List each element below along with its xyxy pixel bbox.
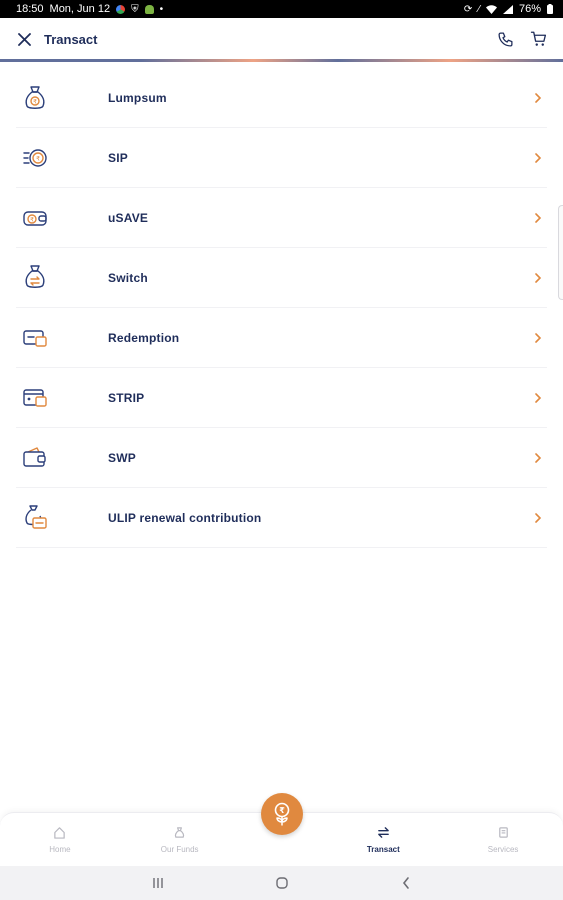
svg-text:₹: ₹ xyxy=(36,155,40,162)
status-left: 18:50 Mon, Jun 12 ⛨ • xyxy=(16,3,163,15)
svg-text:₹: ₹ xyxy=(279,806,285,815)
chevron-right-icon xyxy=(531,91,545,105)
wallet-coin-icon: ₹ xyxy=(18,201,52,235)
list-item-usave[interactable]: ₹ uSAVE xyxy=(16,188,547,248)
swp-wallet-icon xyxy=(18,441,52,475)
money-bag-icon: ₹ xyxy=(18,81,52,115)
cart-button[interactable] xyxy=(529,29,549,49)
list-item-redemption[interactable]: Redemption xyxy=(16,308,547,368)
list-item-label: uSAVE xyxy=(108,210,149,225)
chevron-right-icon xyxy=(531,331,545,345)
close-button[interactable] xyxy=(14,29,34,49)
signal-icon xyxy=(502,4,513,14)
chevron-right-icon xyxy=(531,511,545,525)
more-dot-icon: • xyxy=(159,3,164,15)
chevron-right-icon xyxy=(531,271,545,285)
list-item-label: ULIP renewal contribution xyxy=(108,510,262,525)
shield-icon: ⛨ xyxy=(131,3,139,15)
chevron-right-icon xyxy=(531,451,545,465)
home-system-button[interactable] xyxy=(272,873,292,893)
redemption-wallet-icon xyxy=(18,321,52,355)
call-button[interactable] xyxy=(495,29,515,49)
sip-coins-icon: ₹ xyxy=(18,141,52,175)
status-date: Mon, Jun 12 xyxy=(49,3,111,15)
services-icon xyxy=(496,826,510,840)
rupee-plant-icon: ₹ xyxy=(274,802,290,826)
list-item-label: SWP xyxy=(108,450,136,465)
phone-icon xyxy=(497,31,513,47)
nav-label: Services xyxy=(487,844,519,854)
home-circle-icon xyxy=(275,877,288,889)
header-actions xyxy=(495,29,549,49)
svg-text:₹: ₹ xyxy=(30,216,34,223)
list-item-label: STRIP xyxy=(108,390,145,405)
list-item-lumpsum[interactable]: ₹ Lumpsum xyxy=(16,68,547,128)
nav-label: Home xyxy=(49,844,71,854)
back-chevron-icon xyxy=(402,877,409,889)
page-title: Transact xyxy=(44,31,98,47)
list-item-strip[interactable]: STRIP xyxy=(16,368,547,428)
header-divider xyxy=(0,59,563,62)
list-item-sip[interactable]: ₹ SIP xyxy=(16,128,547,188)
android-icon xyxy=(144,4,154,14)
nav-our-funds[interactable]: Our Funds xyxy=(120,813,240,866)
nav-transact[interactable]: Transact xyxy=(323,813,443,866)
link-icon: ⟳ xyxy=(463,3,473,15)
recents-icon xyxy=(152,878,163,888)
funds-icon xyxy=(173,826,187,840)
list-item-switch[interactable]: Switch xyxy=(16,248,547,308)
list-item-label: Redemption xyxy=(108,330,180,345)
nav-label: Our Funds xyxy=(160,844,199,854)
system-navigation-bar xyxy=(0,866,563,900)
list-item-label: Switch xyxy=(108,270,148,285)
transaction-list: ₹ Lumpsum ₹ SIP ₹ uSAVE Switch Redemptio… xyxy=(16,68,547,548)
list-item-label: SIP xyxy=(108,150,128,165)
list-item-swp[interactable]: SWP xyxy=(16,428,547,488)
ulip-bag-icon xyxy=(18,501,52,535)
nav-home[interactable]: Home xyxy=(0,813,120,866)
invest-fab-button[interactable]: ₹ xyxy=(261,793,303,835)
cart-icon xyxy=(530,31,547,46)
recents-button[interactable] xyxy=(148,873,168,893)
chevron-right-icon xyxy=(531,391,545,405)
list-item-ulip-renewal[interactable]: ULIP renewal contribution xyxy=(16,488,547,548)
wifi-icon xyxy=(485,4,497,14)
app-header: Transact xyxy=(0,18,563,60)
chevron-right-icon xyxy=(531,151,545,165)
status-time: 18:50 xyxy=(16,3,44,15)
nav-services[interactable]: Services xyxy=(443,813,563,866)
app-notification-icon xyxy=(116,4,126,14)
mute-icon: ⁄ xyxy=(478,3,480,15)
svg-text:₹: ₹ xyxy=(33,98,37,105)
switch-bag-icon xyxy=(18,261,52,295)
battery-icon xyxy=(547,4,553,14)
status-right: ⟳ ⁄ 76% xyxy=(464,3,553,15)
status-bar: 18:50 Mon, Jun 12 ⛨ • ⟳ ⁄ 76% xyxy=(0,0,563,18)
nav-label: Transact xyxy=(366,844,400,854)
list-item-label: Lumpsum xyxy=(108,90,167,105)
transact-icon xyxy=(376,826,390,840)
strip-wallet-icon xyxy=(18,381,52,415)
close-icon xyxy=(17,32,31,46)
side-panel-handle[interactable] xyxy=(558,205,563,300)
home-icon xyxy=(53,826,67,840)
back-button[interactable] xyxy=(396,873,416,893)
chevron-right-icon xyxy=(531,211,545,225)
battery-level: 76% xyxy=(518,3,541,15)
